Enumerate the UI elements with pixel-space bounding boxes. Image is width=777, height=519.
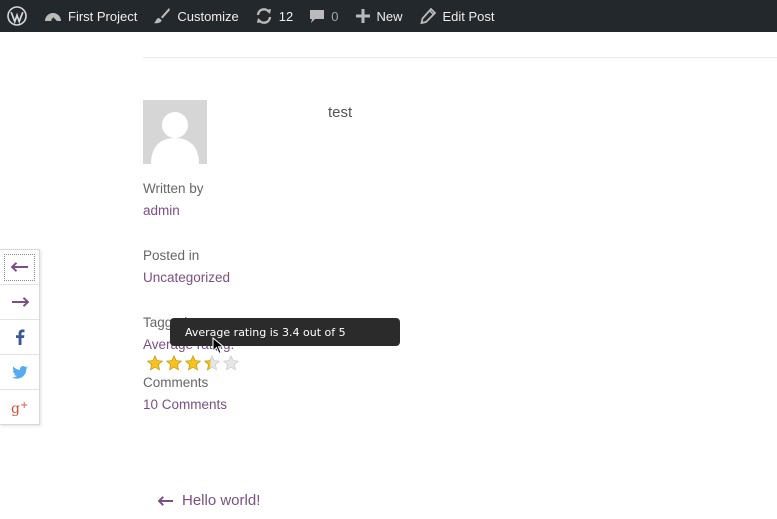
arrow-left-icon — [10, 262, 28, 272]
rating-tooltip: Average rating is 3.4 out of 5 — [170, 318, 400, 346]
default-avatar-icon — [151, 112, 199, 164]
comments-menu[interactable]: 0 — [309, 0, 338, 32]
facebook-share-button[interactable] — [0, 320, 39, 355]
updates-count: 12 — [278, 8, 294, 24]
svg-text:+: + — [20, 400, 28, 411]
admin-bar: First Project Customize 12 0 New Edit Po… — [0, 0, 777, 32]
dashboard-icon — [45, 13, 61, 22]
edit-post-label: Edit Post — [442, 8, 495, 24]
google-plus-icon: g + — [11, 400, 28, 416]
rating-star-4[interactable] — [204, 355, 220, 372]
rating-star-2[interactable] — [166, 355, 182, 372]
share-sidebar: g + — [0, 249, 40, 425]
previous-post-title: Hello world! — [182, 492, 261, 509]
new-label: New — [376, 8, 403, 24]
arrow-left-icon — [158, 495, 173, 506]
comments-label: Comments — [143, 375, 209, 390]
comments-link[interactable]: 10 Comments — [143, 397, 227, 412]
svg-text:g: g — [11, 401, 20, 416]
next-post-button[interactable] — [0, 285, 39, 320]
customize-label: Customize — [177, 8, 239, 24]
previous-post-button[interactable] — [0, 250, 39, 285]
twitter-share-button[interactable] — [0, 355, 39, 390]
plus-icon — [356, 9, 371, 23]
author-avatar[interactable] — [143, 100, 207, 164]
customize-menu[interactable]: Customize — [153, 0, 239, 32]
site-name-label: First Project — [68, 8, 138, 24]
rating-star-1[interactable] — [147, 355, 163, 372]
rating-tooltip-text: Average rating is 3.4 out of 5 — [185, 325, 346, 339]
post-content: test — [328, 104, 353, 121]
updates-menu[interactable]: 12 — [255, 0, 293, 32]
arrow-right-icon — [11, 297, 29, 307]
comment-bubble-icon — [310, 10, 325, 23]
wordpress-logo-icon[interactable] — [0, 0, 34, 32]
previous-post-link[interactable]: Hello world! — [158, 492, 260, 509]
author-link[interactable]: admin — [143, 203, 180, 218]
rating-star-5[interactable] — [223, 355, 239, 372]
header-divider — [143, 57, 777, 58]
paintbrush-icon — [154, 8, 171, 24]
rating-stars[interactable] — [147, 355, 242, 372]
site-name-menu[interactable]: First Project — [44, 0, 137, 32]
pencil-icon — [420, 8, 437, 24]
mouse-cursor-icon — [212, 337, 225, 355]
twitter-icon — [11, 365, 28, 379]
comments-count: 0 — [331, 8, 339, 24]
facebook-icon — [15, 329, 24, 345]
category-link[interactable]: Uncategorized — [143, 270, 230, 285]
written-by-label: Written by — [143, 181, 204, 196]
new-content-menu[interactable]: New — [356, 0, 402, 32]
rating-star-3[interactable] — [185, 355, 201, 372]
edit-post-menu[interactable]: Edit Post — [420, 0, 495, 32]
posted-in-label: Posted in — [143, 248, 200, 263]
updates-icon — [256, 8, 271, 24]
google-plus-share-button[interactable]: g + — [0, 390, 39, 425]
